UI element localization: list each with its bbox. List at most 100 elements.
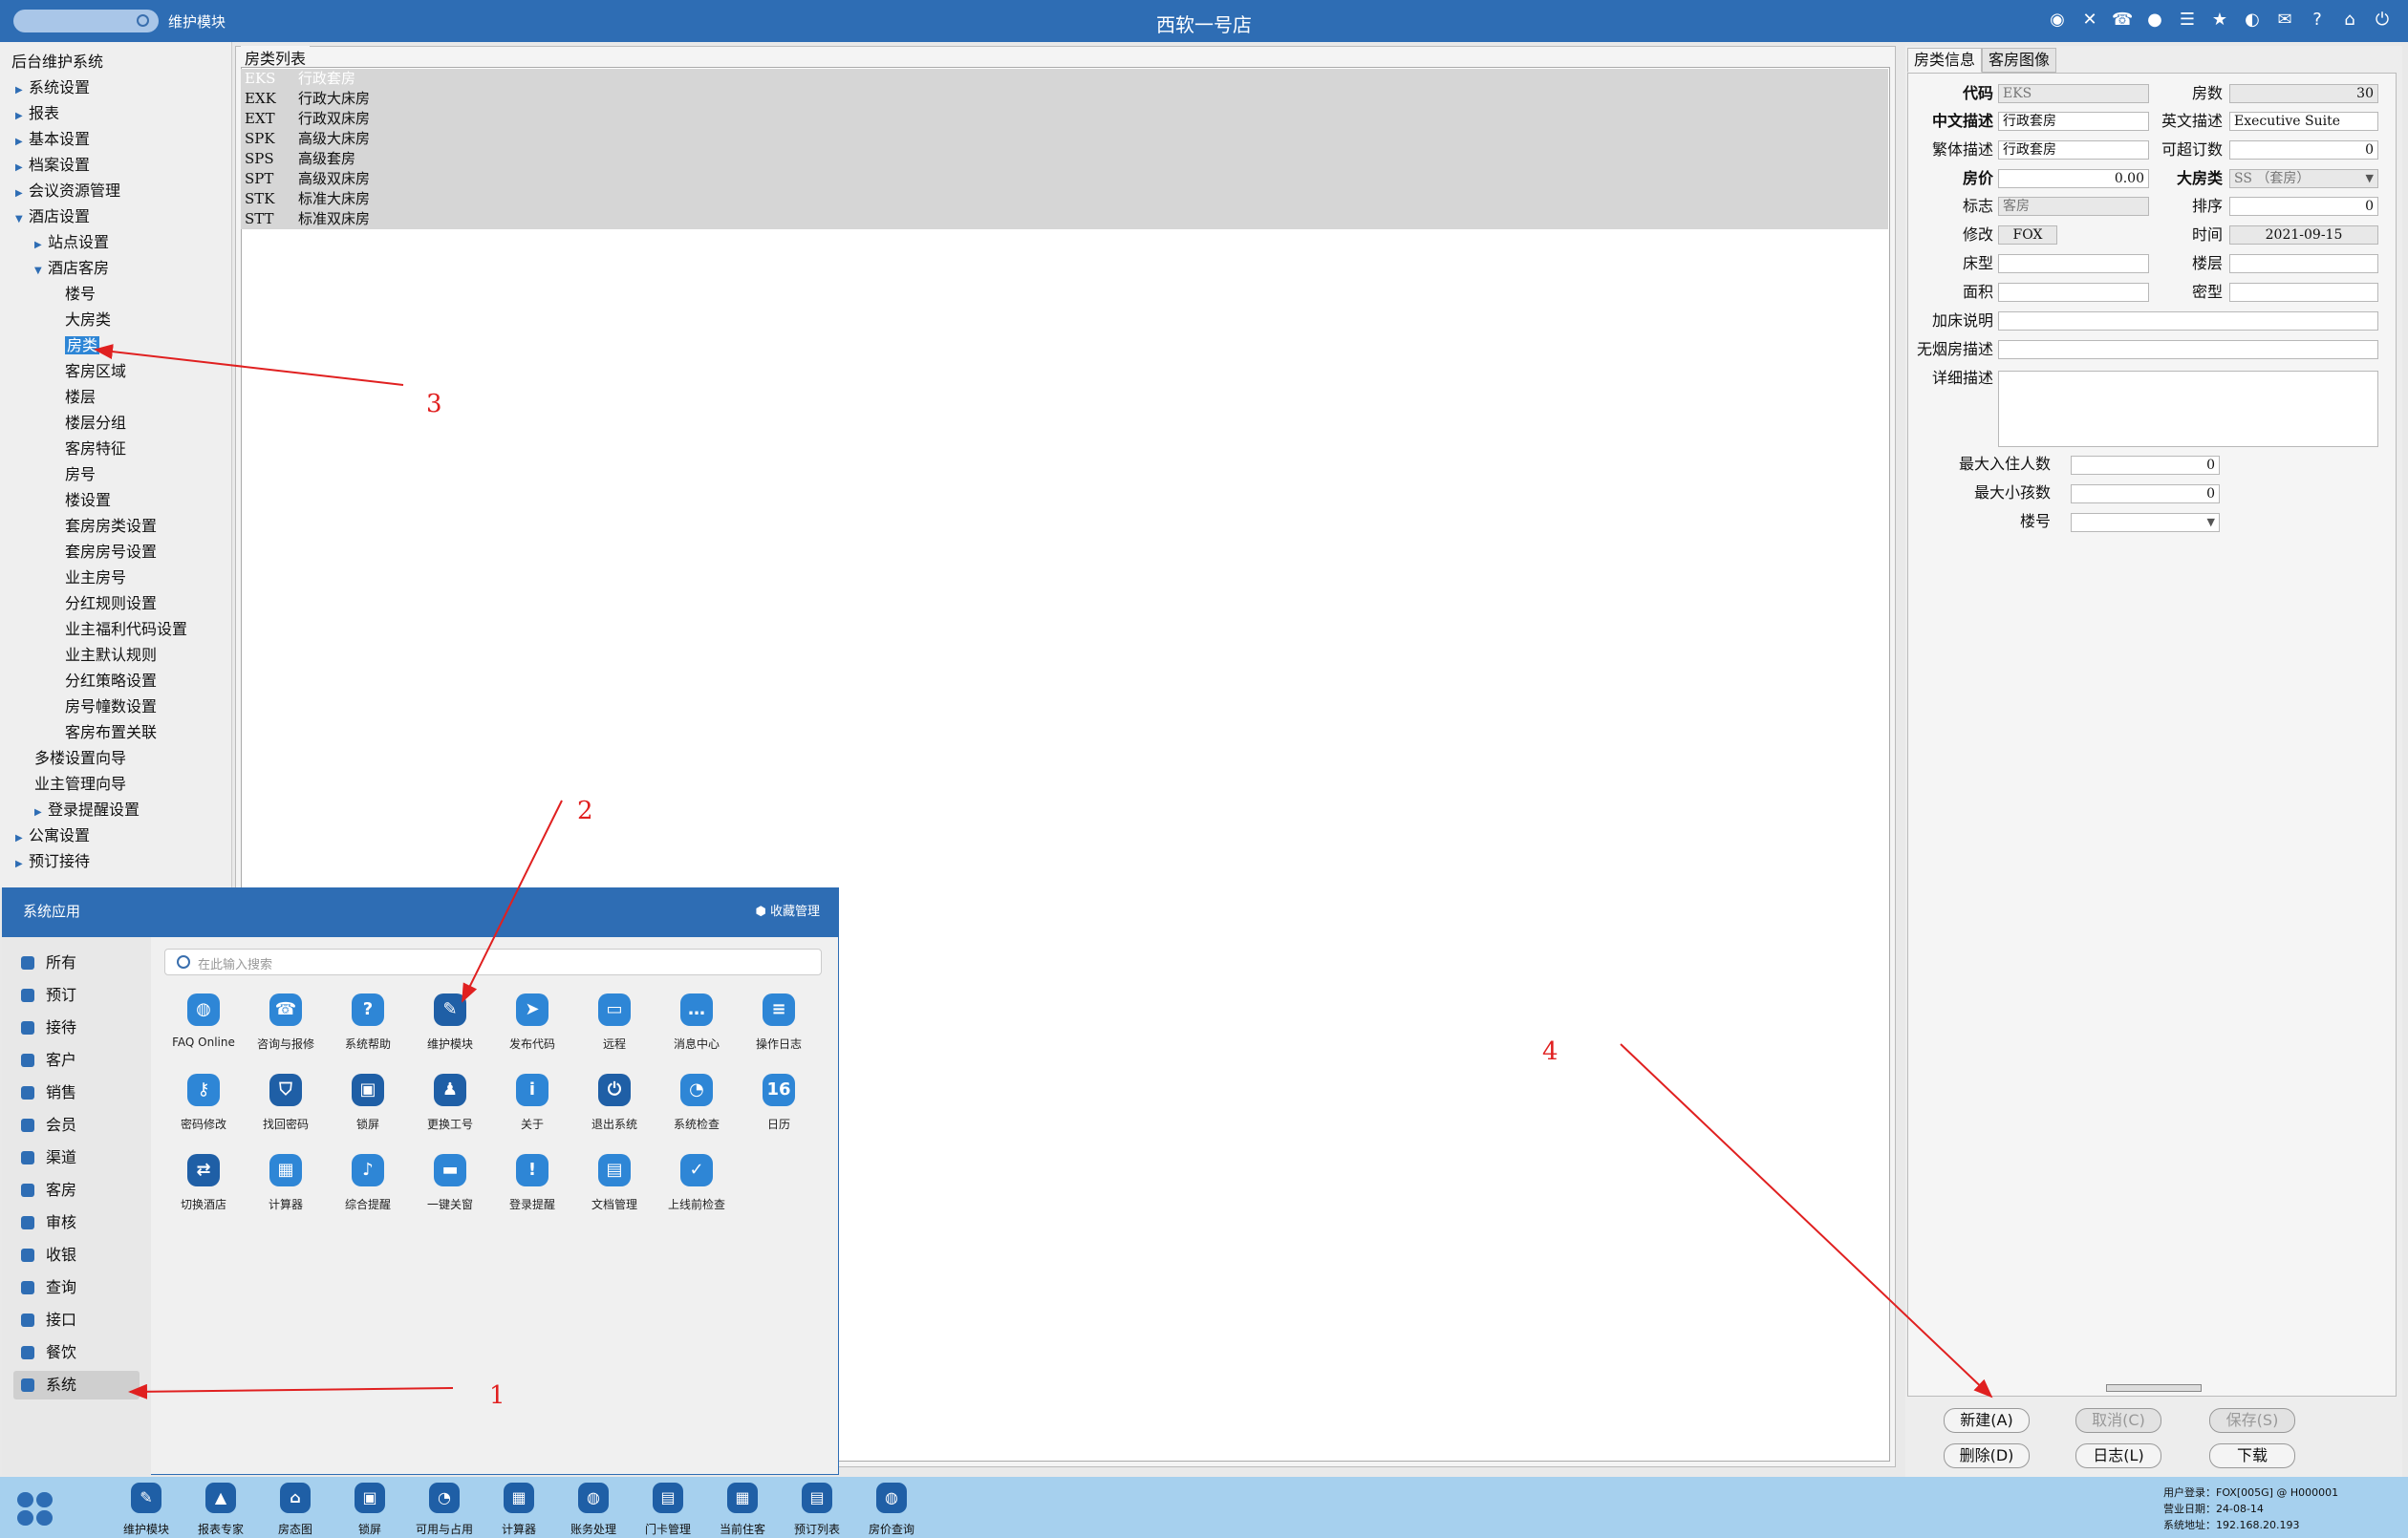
category-item[interactable]: 餐饮	[13, 1338, 140, 1367]
app-tile[interactable]: ▦ 计算器	[243, 1154, 329, 1212]
max-guests-field[interactable]: 0	[2071, 456, 2220, 475]
tree-item[interactable]: ▶ 档案设置	[15, 153, 90, 178]
tools-icon[interactable]: ✕	[2079, 10, 2100, 31]
taskbar-app[interactable]: ◍ 房价查询	[849, 1483, 935, 1537]
tree-item[interactable]: ▶ 预订接待	[15, 849, 90, 874]
tree-item[interactable]: 分红规则设置	[65, 591, 157, 616]
app-tile[interactable]: ⏻ 退出系统	[571, 1074, 657, 1132]
app-tile[interactable]: ▬ 一键关窗	[407, 1154, 493, 1212]
building-select[interactable]: ▼	[2071, 513, 2220, 532]
tree-item[interactable]: 业主管理向导	[34, 772, 126, 797]
table-row[interactable]: STT 标准双床房	[245, 209, 370, 229]
table-row[interactable]: EXK 行政大床房	[245, 89, 370, 109]
table-row[interactable]: SPS 高级套房	[245, 149, 355, 169]
table-row[interactable]: SPK 高级大床房	[245, 129, 370, 149]
tree-item[interactable]: ▼ 酒店设置	[15, 204, 90, 229]
tree-item[interactable]: 房类	[65, 333, 100, 358]
table-row[interactable]: STK 标准大床房	[245, 189, 370, 209]
density-field[interactable]	[2229, 283, 2378, 302]
detail-desc-textarea[interactable]	[1998, 371, 2378, 447]
tab-room-images[interactable]: 客房图像	[1982, 48, 2057, 73]
tree-item[interactable]: ▶ 系统设置	[15, 75, 90, 100]
category-item[interactable]: 销售	[13, 1079, 140, 1107]
category-item[interactable]: 查询	[13, 1273, 140, 1302]
app-tile[interactable]: i 关于	[489, 1074, 575, 1132]
start-menu-icon[interactable]	[17, 1492, 55, 1527]
app-tile[interactable]: ✓ 上线前检查	[654, 1154, 740, 1212]
sort-field[interactable]: 0	[2229, 197, 2378, 216]
app-tile[interactable]: ➤ 发布代码	[489, 993, 575, 1052]
tree-item[interactable]: ▶ 基本设置	[15, 127, 90, 152]
app-tile[interactable]: ▣ 锁屏	[325, 1074, 411, 1132]
favorites-manage-button[interactable]: ⬢ 收藏管理	[756, 901, 821, 919]
taskbar-app[interactable]: ▣ 锁屏	[327, 1483, 413, 1537]
nonsmoke-field[interactable]	[1998, 340, 2378, 359]
max-children-field[interactable]: 0	[2071, 484, 2220, 503]
category-item[interactable]: 接口	[13, 1306, 140, 1335]
app-tile[interactable]: ⚷ 密码修改	[161, 1074, 247, 1132]
taskbar-app[interactable]: ▤ 预订列表	[774, 1483, 860, 1537]
tree-item[interactable]: 业主福利代码设置	[65, 617, 187, 642]
caret-right-icon[interactable]: ▶	[15, 826, 29, 851]
app-tile[interactable]: ! 登录提醒	[489, 1154, 575, 1212]
delete-button[interactable]: 删除(D)	[1944, 1443, 2030, 1468]
caret-down-icon[interactable]: ▼	[34, 259, 48, 284]
app-tile[interactable]: ♟ 更换工号	[407, 1074, 493, 1132]
log-button[interactable]: 日志(L)	[2075, 1443, 2161, 1468]
app-tile[interactable]: ▤ 文档管理	[571, 1154, 657, 1212]
overbook-field[interactable]: 0	[2229, 140, 2378, 160]
caret-right-icon[interactable]: ▶	[15, 130, 29, 155]
big-room-type-select[interactable]: SS （套房） ▼	[2229, 169, 2378, 188]
app-tile[interactable]: ⇄ 切换酒店	[161, 1154, 247, 1212]
taskbar-app[interactable]: ▦ 当前住客	[699, 1483, 785, 1537]
caret-right-icon[interactable]: ▶	[15, 104, 29, 129]
table-row[interactable]: EXT 行政双床房	[245, 109, 370, 129]
category-item[interactable]: 渠道	[13, 1143, 140, 1172]
tree-item[interactable]: 客房布置关联	[65, 720, 157, 745]
app-search-input[interactable]: 在此输入搜索	[164, 949, 822, 975]
taskbar-app[interactable]: ▦ 计算器	[476, 1483, 562, 1537]
taskbar-app[interactable]: ▤ 门卡管理	[625, 1483, 711, 1537]
tree-item[interactable]: 业主默认规则	[65, 643, 157, 668]
tree-item[interactable]: ▶ 站点设置	[34, 230, 109, 255]
app-tile[interactable]: ≡ 操作日志	[736, 993, 822, 1052]
app-tile[interactable]: ◍ FAQ Online	[161, 993, 247, 1049]
category-item[interactable]: 客房	[13, 1176, 140, 1205]
app-tile[interactable]: ♪ 综合提醒	[325, 1154, 411, 1212]
floor-field[interactable]	[2229, 254, 2378, 273]
new-button[interactable]: 新建(A)	[1944, 1408, 2030, 1433]
taskbar-app[interactable]: ⌂ 房态图	[252, 1483, 338, 1537]
extra-bed-field[interactable]	[1998, 311, 2378, 331]
tree-item[interactable]: 套房房类设置	[65, 514, 157, 539]
download-button[interactable]: 下载	[2209, 1443, 2295, 1468]
app-tile[interactable]: ◔ 系统检查	[654, 1074, 740, 1132]
en-desc-field[interactable]: Executive Suite	[2229, 112, 2378, 131]
home-icon[interactable]: ⌂	[2339, 10, 2360, 31]
taskbar-app[interactable]: ◍ 账务处理	[550, 1483, 636, 1537]
tree-item[interactable]: 客房特征	[65, 437, 126, 461]
category-item[interactable]: 预订	[13, 981, 140, 1010]
tree-root[interactable]: 后台维护系统	[11, 50, 103, 75]
mail-icon[interactable]: ✉	[2274, 10, 2295, 31]
tree-item[interactable]: 套房房号设置	[65, 540, 157, 565]
app-tile[interactable]: … 消息中心	[654, 993, 740, 1052]
caret-right-icon[interactable]: ▶	[34, 233, 48, 258]
tree-item[interactable]: 客房区域	[65, 359, 126, 384]
wifi-icon[interactable]: ◉	[2047, 10, 2068, 31]
tree-item[interactable]: 楼设置	[65, 488, 111, 513]
caret-down-icon[interactable]: ▼	[15, 207, 29, 232]
category-item[interactable]: 会员	[13, 1111, 140, 1140]
category-item[interactable]: 审核	[13, 1208, 140, 1237]
palette-icon[interactable]: ●	[2144, 10, 2165, 31]
help-icon[interactable]: ?	[2307, 10, 2328, 31]
tree-item[interactable]: ▶ 公寓设置	[15, 823, 90, 848]
category-item[interactable]: 所有	[13, 949, 140, 977]
tree-item[interactable]: 多楼设置向导	[34, 746, 126, 771]
cn-desc-field[interactable]: 行政套房	[1998, 112, 2149, 131]
category-item[interactable]: 客户	[13, 1046, 140, 1075]
app-tile[interactable]: ☎ 咨询与报修	[243, 993, 329, 1052]
tree-item[interactable]: 房号	[65, 462, 96, 487]
table-row[interactable]: SPT 高级双床房	[245, 169, 370, 189]
tree-item[interactable]: 房号幢数设置	[65, 694, 157, 719]
close-icon[interactable]: ⏻	[2372, 10, 2393, 31]
